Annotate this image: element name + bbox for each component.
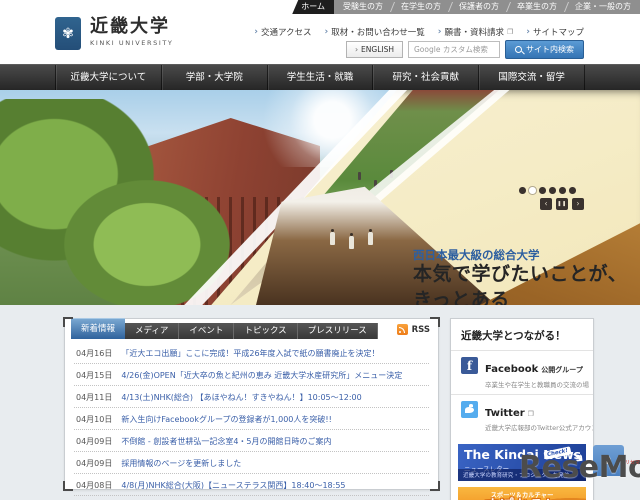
news-date: 04月08日 bbox=[76, 480, 113, 490]
watermark-small-label: リセマム bbox=[625, 460, 640, 466]
rss-icon bbox=[396, 324, 408, 335]
news-date: 04月11日 bbox=[76, 392, 113, 402]
external-link-icon: ❐ bbox=[506, 28, 514, 36]
news-date: 04月09日 bbox=[76, 436, 113, 446]
news-link[interactable]: 4/26(金)OPEN「近大卒の魚と紀州の恵み 近畿大学水産研究所」メニュー決定 bbox=[121, 370, 402, 381]
news-tab-topics[interactable]: トピックス bbox=[234, 323, 298, 339]
news-row: 04月16日 「近大エコ出願」ここに完成！平成26年度入試で紙の願書廃止を決定！ bbox=[74, 342, 429, 364]
carousel-controls: ‹ ❚❚ › bbox=[540, 198, 584, 210]
pedestrian-figure bbox=[358, 171, 362, 180]
top-tab-home[interactable]: ホーム bbox=[292, 0, 334, 14]
news-date: 04月10日 bbox=[76, 414, 113, 424]
top-tab-business[interactable]: 企業・一般の方 bbox=[566, 0, 640, 14]
carousel-dot[interactable] bbox=[539, 187, 546, 194]
search-area: ›ENGLISH サイト内検索 bbox=[345, 40, 584, 59]
arrow-icon: › bbox=[526, 27, 530, 37]
spokaru-banner[interactable]: スポーツ＆カルチャー すぽかる！ クラブ活動報告ブログ bbox=[458, 487, 586, 500]
kinki-university-homepage: ✾ 近畿大学 KINKI UNIVERSITY ホーム 受験生の方 在学生の方 … bbox=[0, 0, 640, 500]
carousel-dot[interactable] bbox=[569, 187, 576, 194]
news-tab-press[interactable]: プレスリリース bbox=[297, 323, 378, 339]
news-row: 04月11日 4/13(土)NHK(総合) 【あほやねん！すきやねん！】10:0… bbox=[74, 386, 429, 408]
facebook-link[interactable]: f Facebook 公開グループ 卒業生や在学生と教職員の交流の場 bbox=[451, 350, 593, 394]
news-row: 04月15日 4/26(金)OPEN「近大卒の魚と紀州の恵み 近畿大学水産研究所… bbox=[74, 364, 429, 386]
site-header: ✾ 近畿大学 KINKI UNIVERSITY ホーム 受験生の方 在学生の方 … bbox=[0, 0, 640, 65]
news-date: 04月16日 bbox=[76, 348, 113, 358]
site-logo[interactable]: ✾ 近畿大学 KINKI UNIVERSITY bbox=[55, 17, 173, 50]
person-figure bbox=[329, 228, 335, 245]
news-date: 04月15日 bbox=[76, 370, 113, 380]
sidebar-title: 近畿大学とつながる！ bbox=[461, 330, 566, 342]
news-link[interactable]: 4/8(月)NHK総合(大阪)【ニューステラス関西】18:40～18:55 bbox=[121, 480, 345, 491]
carousel-dot[interactable] bbox=[549, 187, 556, 194]
utility-link-application[interactable]: › 願書・資料請求 ❐ bbox=[438, 26, 514, 38]
rss-link[interactable]: RSS bbox=[396, 324, 430, 335]
audience-tab-bar: ホーム 受験生の方 在学生の方 保護者の方 卒業生の方 企業・一般の方 bbox=[292, 0, 640, 14]
frame-corner bbox=[63, 481, 73, 491]
twitter-link[interactable]: Twitter ❐ 近畿大学広報部のTwitter公式アカウント bbox=[451, 393, 593, 438]
university-emblem-icon: ✾ bbox=[55, 17, 81, 50]
news-link[interactable]: 新入生向けFacebookグループの登録者が1,000人を突破!! bbox=[121, 414, 331, 425]
twitter-icon bbox=[461, 400, 478, 418]
news-tab-media[interactable]: メディア bbox=[125, 323, 180, 339]
nav-item-research[interactable]: 研究・社会貢献 bbox=[372, 65, 478, 90]
frame-corner bbox=[63, 317, 73, 327]
utility-links: › 交通アクセス › 取材・お問い合わせ一覧 › 願書・資料請求 ❐ › サイトマップ bbox=[254, 26, 584, 38]
frame-corner bbox=[430, 317, 440, 327]
resemom-watermark: ReseMom. bbox=[519, 450, 640, 485]
site-search-button[interactable]: サイト内検索 bbox=[505, 40, 584, 59]
utility-link-sitemap[interactable]: › サイトマップ bbox=[526, 26, 584, 38]
news-list: 04月16日 「近大エコ出願」ここに完成！平成26年度入試で紙の願書廃止を決定！… bbox=[65, 339, 438, 496]
top-tab-applicants[interactable]: 受験生の方 bbox=[334, 0, 392, 14]
news-tab-bar: 新着情報 メディア イベント トピックス プレスリリース bbox=[65, 318, 438, 339]
news-tab-new[interactable]: 新着情報 bbox=[71, 318, 126, 339]
news-row: 04月08日 4/8(月)NHK総合(大阪)【ニューステラス関西】18:40～1… bbox=[74, 474, 429, 496]
facebook-icon: f bbox=[461, 357, 478, 374]
top-tab-students[interactable]: 在学生の方 bbox=[392, 0, 450, 14]
news-tab-event[interactable]: イベント bbox=[179, 323, 235, 339]
news-row: 04月09日 不倒館 - 創設者世耕弘一記念室4・5月の開館日時のご案内 bbox=[74, 430, 429, 452]
utility-link-contact[interactable]: › 取材・お問い合わせ一覧 bbox=[325, 26, 425, 38]
main-nav: 近畿大学について 学部・大学院 学生生活・就職 研究・社会貢献 国際交流・留学 bbox=[0, 64, 640, 90]
arrow-icon: › bbox=[254, 27, 258, 37]
carousel-prev-button[interactable]: ‹ bbox=[540, 198, 552, 210]
hero-headline: 本気で学びたいことが、 きっとある bbox=[413, 263, 628, 305]
frame-corner bbox=[585, 319, 593, 327]
frame-corner bbox=[451, 319, 459, 327]
university-name-en: KINKI UNIVERSITY bbox=[90, 38, 174, 47]
carousel-dot[interactable] bbox=[559, 187, 566, 194]
nav-item-faculties[interactable]: 学部・大学院 bbox=[160, 65, 267, 90]
news-row: 04月09日 採用情報のページを更新しました bbox=[74, 452, 429, 474]
top-tab-alumni[interactable]: 卒業生の方 bbox=[508, 0, 566, 14]
nav-item-about[interactable]: 近畿大学について bbox=[55, 65, 161, 90]
carousel-dots bbox=[519, 187, 576, 194]
carousel-next-button[interactable]: › bbox=[572, 198, 584, 210]
nav-item-campus-life[interactable]: 学生生活・就職 bbox=[266, 65, 373, 90]
frame-corner bbox=[430, 481, 440, 491]
news-link[interactable]: 不倒館 - 創設者世耕弘一記念室4・5月の開館日時のご案内 bbox=[121, 436, 331, 447]
search-icon bbox=[515, 46, 522, 53]
hero-carousel: ‹ ❚❚ › 西日本最大級の総合大学 本気で学びたいことが、 きっとある ›学部… bbox=[0, 90, 640, 305]
news-link[interactable]: 4/13(土)NHK(総合) 【あほやねん！すきやねん！】10:05～12:00 bbox=[121, 392, 361, 403]
carousel-dot[interactable] bbox=[519, 187, 526, 194]
news-panel: 新着情報 メディア イベント トピックス プレスリリース RSS 04月16日 … bbox=[63, 317, 440, 496]
nav-item-international[interactable]: 国際交流・留学 bbox=[478, 65, 585, 90]
arrow-icon: › bbox=[437, 27, 442, 37]
site-search-input[interactable] bbox=[408, 41, 500, 58]
news-link[interactable]: 「近大エコ出願」ここに完成！平成26年度入試で紙の願書廃止を決定！ bbox=[121, 348, 379, 359]
news-row: 04月10日 新入生向けFacebookグループの登録者が1,000人を突破!! bbox=[74, 408, 429, 430]
arrow-icon: › bbox=[324, 27, 329, 37]
university-name: 近畿大学 bbox=[90, 16, 170, 37]
carousel-dot-active[interactable] bbox=[529, 187, 536, 194]
english-button[interactable]: › ENGLISH bbox=[345, 41, 403, 58]
utility-link-access[interactable]: › 交通アクセス bbox=[254, 26, 311, 38]
top-tab-parents[interactable]: 保護者の方 bbox=[450, 0, 508, 14]
external-link-icon: ❐ bbox=[527, 409, 534, 418]
news-date: 04月09日 bbox=[76, 458, 113, 468]
person-figure bbox=[368, 228, 373, 245]
arrow-icon: › bbox=[354, 45, 359, 54]
carousel-pause-button[interactable]: ❚❚ bbox=[556, 198, 568, 210]
person-figure bbox=[348, 233, 354, 250]
news-link[interactable]: 採用情報のページを更新しました bbox=[121, 458, 241, 469]
